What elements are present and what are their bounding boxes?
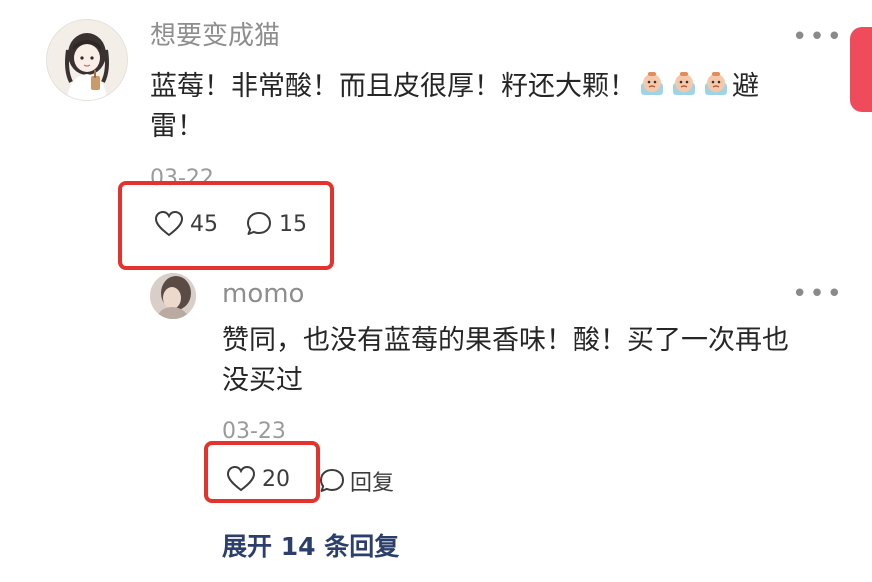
crying-face-emoji-icon (641, 72, 663, 95)
heart-icon (154, 210, 184, 237)
comment-text-line1: 蓝莓！非常酸！而且皮很厚！籽还大颗！ (150, 71, 636, 102)
avatar-illustration (47, 20, 127, 100)
reply-button[interactable]: 回复 (318, 465, 394, 497)
reply-like-count: 20 (262, 466, 290, 492)
comment-bubble-icon (320, 469, 344, 492)
heart-icon (226, 465, 256, 492)
expand-replies-link[interactable]: 展开 14 条回复 (222, 527, 399, 563)
comment-username[interactable]: 想要变成猫 (150, 20, 280, 52)
crying-face-emoji-icon (705, 72, 727, 95)
reply-count-button[interactable]: 15 (245, 210, 307, 238)
comment-text: 蓝莓！非常酸！而且皮很厚！籽还大颗！ 避 雷！ (150, 67, 830, 147)
reply-count: 15 (279, 211, 307, 237)
avatar[interactable] (46, 19, 128, 101)
reply-avatar-photo (150, 273, 196, 319)
reply-button-label: 回复 (350, 471, 395, 496)
comment-text-line1-tail: 避 (732, 71, 759, 102)
reply-text-line2: 没买过 (222, 365, 303, 396)
like-count: 45 (190, 211, 218, 237)
comment-text-line2: 雷！ (150, 111, 204, 142)
reply-text: 赞同，也没有蓝莓的果香味！酸！买了一次再也 没买过 (222, 321, 832, 401)
more-options-icon[interactable]: ••• (792, 24, 844, 50)
reply-text-line1: 赞同，也没有蓝莓的果香味！酸！买了一次再也 (222, 325, 789, 356)
like-button[interactable]: 45 (154, 210, 218, 238)
reply-avatar[interactable] (150, 273, 196, 319)
reply-like-button[interactable]: 20 (226, 465, 290, 493)
comment-bubble-icon (247, 212, 271, 235)
crying-face-emoji-icon (673, 72, 695, 95)
reply-more-options-icon[interactable]: ••• (792, 281, 844, 307)
side-tab[interactable] (850, 27, 872, 112)
reply-username[interactable]: momo (222, 278, 304, 310)
